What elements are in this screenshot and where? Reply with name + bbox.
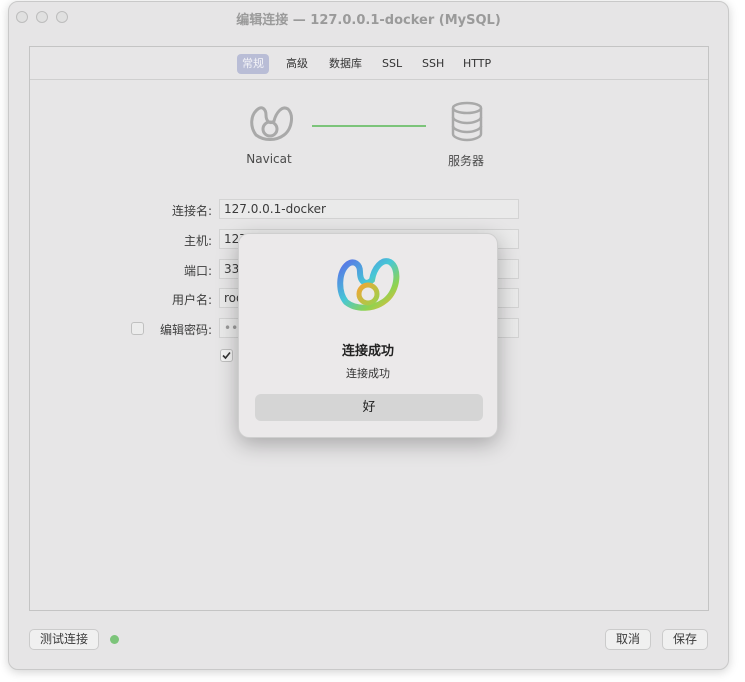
tab-bar: 常规 高级 数据库 SSL SSH HTTP	[30, 47, 708, 80]
connection-name-field[interactable]: 127.0.0.1-docker	[219, 199, 519, 219]
checkmark-icon	[222, 351, 231, 360]
navicat-app-icon	[337, 258, 400, 311]
tab-ssh[interactable]: SSH	[417, 54, 449, 74]
dialog-message: 连接成功	[346, 367, 390, 380]
dialog-title: 连接成功	[341, 344, 394, 359]
port-label: 端口:	[183, 264, 212, 278]
dialog-ok-button[interactable]: 好	[255, 394, 483, 421]
connection-name-label: 连接名:	[171, 204, 212, 218]
connection-status-indicator	[110, 635, 119, 644]
tab-general[interactable]: 常规	[237, 54, 269, 74]
navicat-label: Navicat	[246, 152, 292, 166]
window-title: 编辑连接 — 127.0.0.1-docker (MySQL)	[236, 13, 501, 28]
password-label: 编辑密码:	[159, 323, 212, 337]
cancel-button[interactable]: 取消	[605, 629, 651, 650]
database-server-icon	[451, 101, 483, 142]
save-button[interactable]: 保存	[662, 629, 708, 650]
tab-http[interactable]: HTTP	[458, 54, 496, 74]
host-label: 主机:	[183, 234, 212, 248]
tab-database[interactable]: 数据库	[324, 54, 367, 74]
save-password-checkbox[interactable]	[220, 349, 233, 362]
user-label: 用户名:	[171, 293, 212, 307]
navicat-logo-icon	[250, 106, 293, 141]
tab-advanced[interactable]: 高级	[281, 54, 313, 74]
server-label: 服务器	[447, 154, 484, 168]
tab-ssl[interactable]: SSL	[377, 54, 407, 74]
connection-link-line	[312, 125, 426, 127]
test-connection-button[interactable]: 测试连接	[29, 629, 99, 650]
success-dialog: 连接成功 连接成功 好	[238, 233, 498, 438]
title-bar: 编辑连接 — 127.0.0.1-docker (MySQL)	[9, 2, 728, 32]
